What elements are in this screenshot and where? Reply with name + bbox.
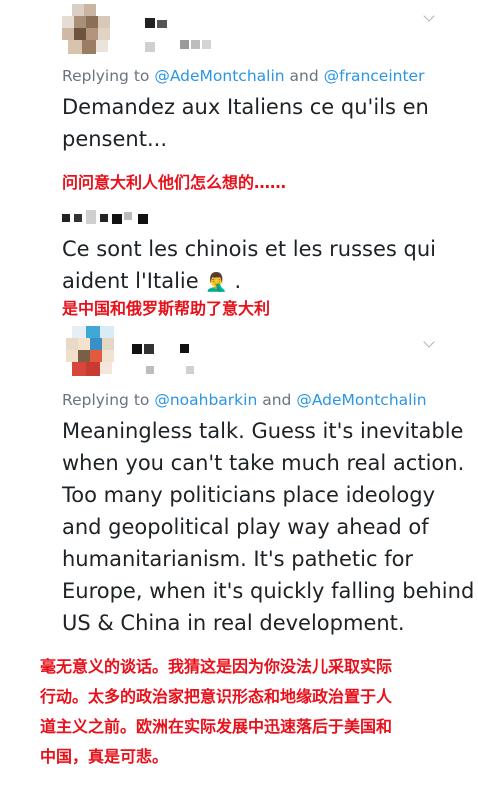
- tweet-text: Meaningless talk. Guess it's inevitable …: [62, 419, 475, 635]
- translation-text: 是中国和俄罗斯帮助了意大利: [62, 299, 271, 318]
- mention-link[interactable]: @noahbarkin: [154, 391, 257, 409]
- replying-to: Replying to @noahbarkin and @AdeMontchal…: [62, 391, 427, 409]
- chevron-down-icon[interactable]: [423, 10, 435, 22]
- mention-link[interactable]: @AdeMontchalin: [296, 391, 426, 409]
- username[interactable]: [146, 366, 196, 376]
- avatar[interactable]: [66, 326, 124, 384]
- display-name[interactable]: [145, 18, 215, 52]
- translation-text: 问问意大利人他们怎么想的……: [62, 173, 287, 192]
- display-name[interactable]: [62, 210, 172, 224]
- display-name[interactable]: [132, 344, 202, 358]
- tweet-text: Ce sont les chinois et les russes qui ai…: [62, 237, 436, 293]
- username[interactable]: [180, 40, 220, 50]
- mention-link[interactable]: @AdeMontchalin: [154, 67, 284, 85]
- facepalm-emoji-icon: 🤦‍♂️: [205, 272, 228, 293]
- translation-text: 毫无意义的谈话。我猜这是因为你没法儿采取实际 行动。太多的政治家把意识形态和地缘…: [40, 657, 393, 766]
- replying-to: Replying to @AdeMontchalin and @francein…: [62, 67, 425, 85]
- mention-link[interactable]: @franceinter: [324, 67, 425, 85]
- chevron-down-icon[interactable]: [423, 336, 435, 348]
- tweet-text: Demandez aux Italiens ce qu'ils en pense…: [62, 95, 429, 151]
- avatar[interactable]: [62, 4, 116, 58]
